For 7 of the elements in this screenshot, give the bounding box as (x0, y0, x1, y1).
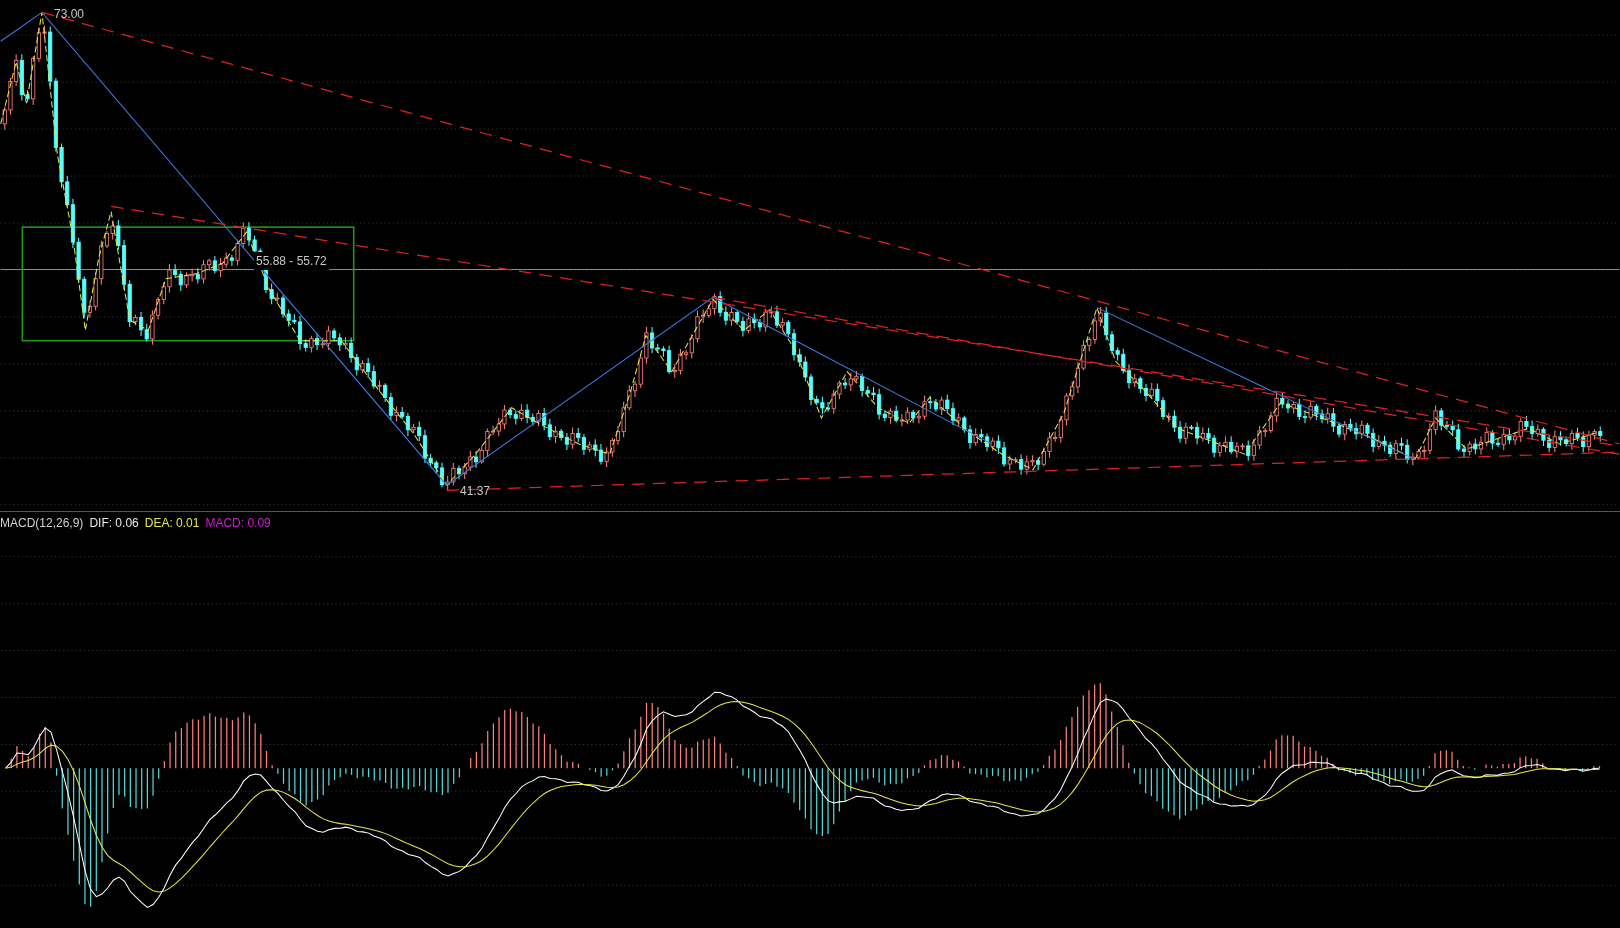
macd-value: MACD: 0.09 (205, 514, 271, 532)
macd-title: MACD(12,26,9) (0, 514, 84, 532)
dea-value: DEA: 0.01 (144, 514, 200, 532)
dif-value: DIF: 0.06 (89, 514, 139, 532)
high-price-label: 73.00 (54, 6, 85, 23)
low-price-label: 41.37 (460, 483, 491, 500)
price-range-label: 55.88 - 55.72 (254, 252, 329, 270)
